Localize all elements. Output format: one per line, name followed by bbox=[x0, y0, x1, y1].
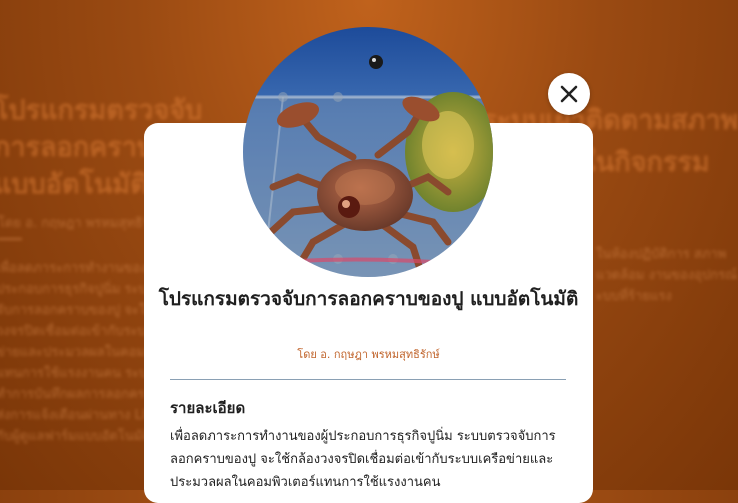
background-divider bbox=[0, 238, 22, 240]
modal-title: โปรแกรมตรวจจับการลอกคราบของปู แบบอัตโนมั… bbox=[158, 288, 579, 310]
background-project-description-right: ในห้องปฏิบัติการ สภาพแวดล้อม งานของอุปกร… bbox=[596, 247, 738, 304]
modal-divider bbox=[170, 379, 566, 380]
close-icon bbox=[560, 85, 578, 103]
close-button[interactable] bbox=[548, 73, 590, 115]
modal-author: โดย อ. กฤษฎา พรหมสุทธิรักษ์ bbox=[297, 348, 440, 361]
project-description: เพื่อลดภาระการทำงานของผู้ประกอบการธุรกิจ… bbox=[170, 429, 556, 490]
details-heading: รายละเอียด bbox=[170, 399, 246, 417]
crab-photo bbox=[243, 27, 493, 277]
crab-photo-illustration bbox=[243, 27, 493, 277]
